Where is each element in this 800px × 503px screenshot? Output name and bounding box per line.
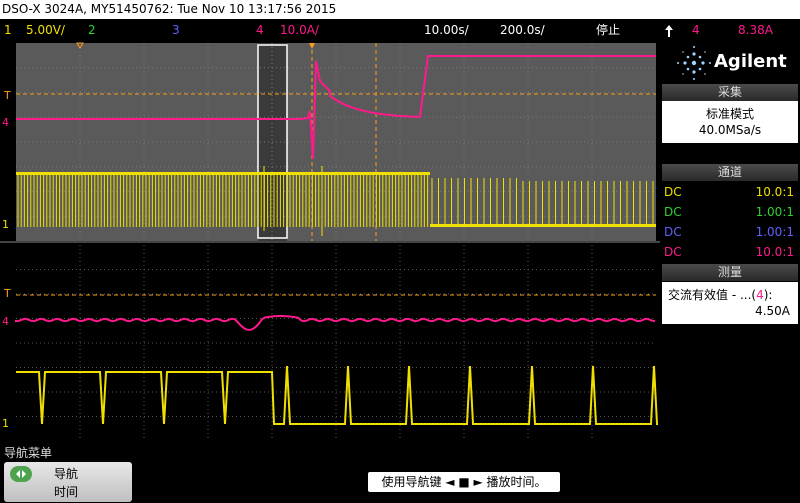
measure-label-close: ): (763, 288, 773, 302)
title-text: DSO-X 3024A, MY51450762: Tue Nov 10 13:1… (2, 2, 337, 16)
agilent-logo: Agilent (662, 41, 798, 83)
ch3-probe-ratio: 1.00:1 (755, 225, 794, 239)
channel-row-1[interactable]: DC 10.0:1 (662, 182, 798, 202)
menu-title: 导航菜单 (4, 446, 53, 460)
trigger-level-marker-top: T (3, 89, 11, 102)
acquire-mode: 标准模式 (705, 107, 754, 121)
ch2-probe-ratio: 1.00:1 (755, 205, 794, 219)
softkey-knob-icon (10, 466, 32, 482)
ch3-number[interactable]: 3 (172, 19, 180, 41)
ch1-ground-marker-top: 1 (2, 218, 9, 231)
title-bar: DSO-X 3024A, MY51450762: Tue Nov 10 13:1… (0, 0, 800, 19)
channel-row-3[interactable]: DC 1.00:1 (662, 222, 798, 242)
time-position[interactable]: 10.00s/ (424, 19, 469, 41)
trigger-edge-icon (664, 19, 674, 41)
run-state: 停止 (596, 23, 621, 37)
trigger-level[interactable]: 8.38A (738, 19, 773, 41)
channel-row-2[interactable]: DC 1.00:1 (662, 202, 798, 222)
ch4-scale[interactable]: 10.0A/ (280, 19, 319, 41)
ch4-coupling: DC (664, 245, 682, 259)
measure-value: 4.50A (755, 304, 790, 318)
trigger-source[interactable]: 4 (692, 19, 700, 41)
navigate-time-softkey[interactable]: 导航 时间 (4, 462, 132, 502)
waveform-display[interactable]: T 4 1 T 4 1 (0, 41, 660, 442)
acquire-info: 标准模式 40.0MSa/s (662, 101, 798, 143)
bottom-softkey-bar: 导航菜单 导航 时间 使用导航键 ◄ ■ ► 播放时间。 (0, 442, 800, 503)
channels-header[interactable]: 通道 (662, 164, 798, 181)
measure-header[interactable]: 测量 (662, 264, 798, 281)
agilent-spark-icon (677, 46, 711, 80)
ch1-coupling: DC (664, 185, 682, 199)
softkey-label-line2: 时间 (54, 485, 79, 499)
trigger-level-marker-bottom: T (3, 287, 11, 300)
measure-label: 交流有效值 - ...(4): (668, 286, 772, 303)
ch1-probe-ratio: 10.0:1 (755, 185, 794, 199)
ch4-ground-marker-top: 4 (2, 116, 9, 129)
logo-text: Agilent (714, 51, 787, 72)
time-per-div[interactable]: 200.0s/ (500, 19, 545, 41)
channel-status-bar: 1 5.00V/ 2 3 4 10.0A/ 10.00s/ 200.0s/ 停止… (0, 19, 800, 41)
acquire-header[interactable]: 采集 (662, 84, 798, 101)
navigation-hint: 使用导航键 ◄ ■ ► 播放时间。 (368, 472, 560, 492)
waveform-svg: T 4 1 T 4 1 (0, 42, 660, 441)
ch4-number[interactable]: 4 (256, 19, 264, 41)
ch1-scale[interactable]: 5.00V/ (26, 19, 65, 41)
ch1-number[interactable]: 1 (4, 19, 12, 41)
ch4-probe-ratio: 10.0:1 (755, 245, 794, 259)
right-info-panel: Agilent 采集 标准模式 40.0MSa/s 通道 DC 10.0:1 D… (660, 41, 800, 442)
measurement-box[interactable]: 交流有效值 - ...(4): 4.50A (662, 282, 798, 324)
sample-rate: 40.0MSa/s (698, 123, 762, 137)
ch1-ground-marker-bottom: 1 (2, 417, 9, 430)
softkey-label-line1: 导航 (54, 467, 79, 481)
measure-label-text: 交流有效值 - ...( (668, 288, 757, 302)
measure-source: 4 (756, 288, 764, 302)
ch4-ground-marker-bottom: 4 (2, 315, 9, 328)
ch3-coupling: DC (664, 225, 682, 239)
channel-row-4[interactable]: DC 10.0:1 (662, 242, 798, 262)
ch2-coupling: DC (664, 205, 682, 219)
ch2-number[interactable]: 2 (88, 19, 96, 41)
